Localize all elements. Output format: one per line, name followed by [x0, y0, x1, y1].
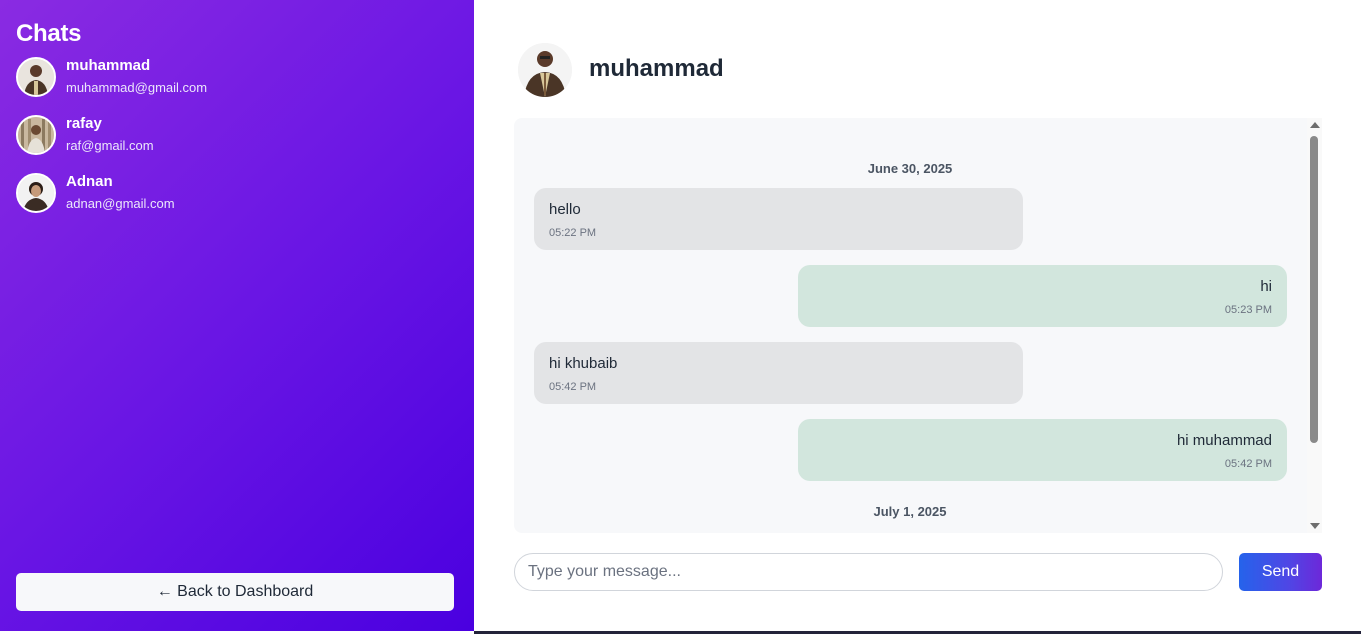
- message-time: 05:22 PM: [549, 227, 597, 239]
- message-time: 05:23 PM: [1224, 304, 1272, 316]
- date-separator: June 30, 2025: [867, 161, 953, 176]
- messages-scrollbar[interactable]: [1307, 118, 1322, 533]
- scroll-thumb[interactable]: [1310, 136, 1318, 443]
- contact-name: rafay: [66, 115, 102, 132]
- scroll-down-arrow-icon[interactable]: [1310, 523, 1320, 529]
- contact-item-adnan[interactable]: Adnan adnan@gmail.com: [16, 173, 456, 217]
- back-to-dashboard-button[interactable]: ← Back to Dashboard: [16, 573, 454, 611]
- contact-email: raf@gmail.com: [66, 138, 154, 153]
- contact-name: Adnan: [66, 173, 113, 190]
- message-bubble-incoming: hello 05:22 PM: [534, 188, 1023, 250]
- message-input[interactable]: [514, 553, 1223, 591]
- message-text: hi khubaib: [549, 355, 618, 372]
- chat-contact-avatar: [518, 43, 572, 97]
- message-time: 05:42 PM: [549, 381, 597, 393]
- avatar: [16, 173, 56, 213]
- date-separator: July 1, 2025: [873, 504, 947, 519]
- contact-email: muhammad@gmail.com: [66, 80, 208, 95]
- chat-sidebar: Chats muhammad muhammad@gmail.com rafay …: [0, 0, 474, 631]
- contact-name: muhammad: [66, 57, 151, 74]
- scroll-up-arrow-icon[interactable]: [1310, 122, 1320, 128]
- avatar: [16, 57, 56, 97]
- message-bubble-outgoing: hi 05:23 PM: [798, 265, 1287, 327]
- contact-email: adnan@gmail.com: [66, 196, 175, 211]
- message-bubble-outgoing: hi muhammad 05:42 PM: [798, 419, 1287, 481]
- contact-item-muhammad[interactable]: muhammad muhammad@gmail.com: [16, 57, 456, 101]
- message-time: 05:42 PM: [1224, 458, 1272, 470]
- message-list[interactable]: June 30, 2025 hello 05:22 PM hi 05:23 PM…: [514, 118, 1322, 533]
- message-text: hi muhammad: [1176, 432, 1272, 449]
- contact-item-rafay[interactable]: rafay raf@gmail.com: [16, 115, 456, 159]
- message-text: hello: [549, 201, 581, 218]
- avatar: [16, 115, 56, 155]
- sidebar-title: Chats: [16, 20, 82, 47]
- message-text: hi: [1260, 278, 1272, 295]
- chat-contact-name: muhammad: [589, 55, 724, 82]
- message-bubble-incoming: hi khubaib 05:42 PM: [534, 342, 1023, 404]
- send-button[interactable]: Send: [1239, 553, 1322, 591]
